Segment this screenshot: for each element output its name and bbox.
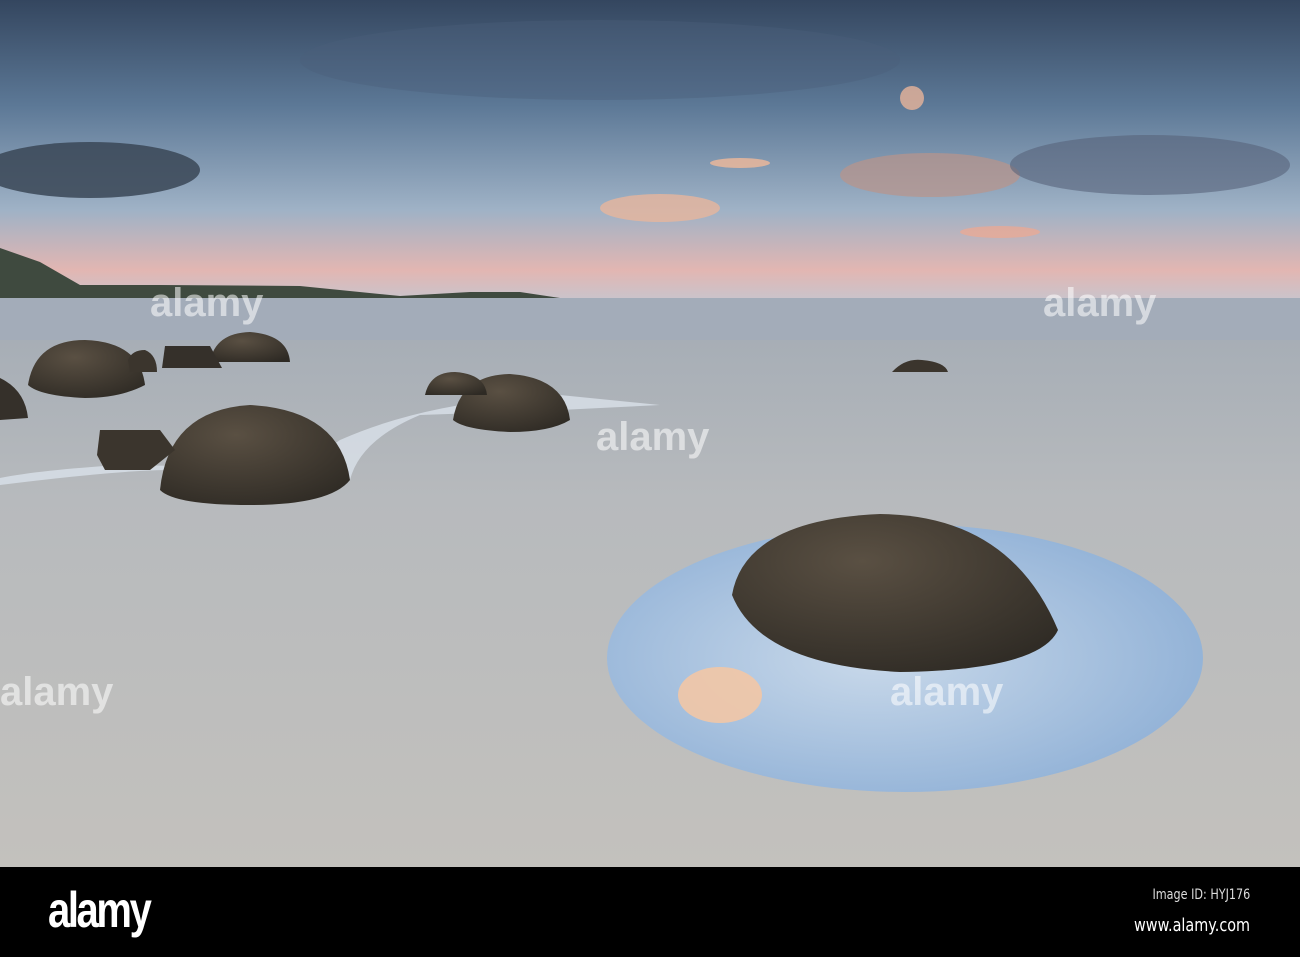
svg-text:alamy: alamy	[1043, 281, 1157, 325]
svg-text:alamy: alamy	[150, 281, 264, 325]
beach-photo: alamy alamy alamy alamy alamy	[0, 0, 1300, 867]
footer-bar: alamy Image ID: HYJ176 www.alamy.com	[0, 867, 1300, 957]
image-id: Image ID: HYJ176	[1152, 887, 1250, 903]
svg-text:alamy: alamy	[0, 670, 114, 714]
image-stage: alamy alamy alamy alamy alamy alamy Imag…	[0, 0, 1300, 957]
site-url[interactable]: www.alamy.com	[1134, 915, 1250, 936]
svg-text:alamy: alamy	[890, 670, 1004, 714]
svg-text:alamy: alamy	[596, 415, 710, 459]
cloud-reflection	[678, 667, 762, 723]
alamy-logo[interactable]: alamy	[48, 881, 152, 939]
